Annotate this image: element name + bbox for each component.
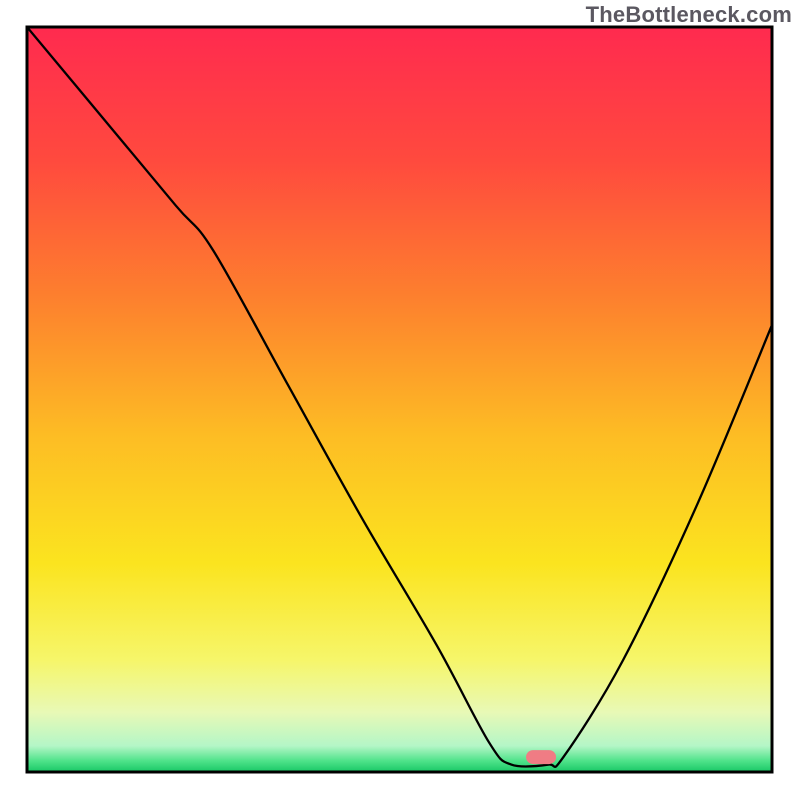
watermark-label: TheBottleneck.com	[586, 2, 792, 28]
bottleneck-chart	[0, 0, 800, 800]
optimal-marker	[526, 750, 556, 764]
plot-background	[27, 27, 772, 772]
chart-container: TheBottleneck.com	[0, 0, 800, 800]
